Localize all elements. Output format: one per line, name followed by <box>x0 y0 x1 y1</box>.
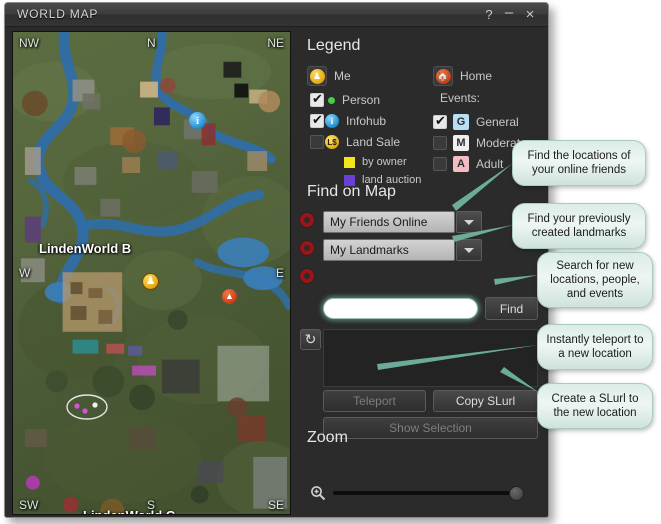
legend-home: 🏠 Home <box>433 66 492 86</box>
zoom-title: Zoom <box>307 429 348 446</box>
moderate-checkbox[interactable] <box>433 136 447 150</box>
copy-slurl-button[interactable]: Copy SLurl <box>433 390 538 412</box>
world-map-canvas[interactable]: NW N NE W E SW S SE LindenWorld B Linden… <box>12 31 291 515</box>
legend-me-label: Me <box>334 69 351 83</box>
landmarks-select[interactable]: My Landmarks <box>323 239 455 261</box>
target-ring-icon-search[interactable] <box>300 269 314 283</box>
by-owner-swatch-icon <box>344 156 355 168</box>
legend-infohub-row[interactable]: i Infohub <box>310 112 387 128</box>
infohub-checkbox[interactable] <box>310 112 324 128</box>
legend-person-row[interactable]: Person <box>310 91 381 107</box>
zoom-slider-track[interactable] <box>333 491 517 495</box>
legend-adult-label: Adult <box>476 157 504 171</box>
legend-event-adult[interactable]: A Adult <box>433 156 503 172</box>
screenshot-root: WORLD MAP ? – × NW N NE W E SW S SE Lind… <box>0 0 661 524</box>
friends-online-select[interactable]: My Friends Online <box>323 211 455 233</box>
minimize-icon[interactable]: – <box>500 5 518 24</box>
target-ring-icon-landmarks[interactable] <box>300 241 314 255</box>
callout-teleport: Instantly teleport to a new location <box>537 324 653 370</box>
legend-general-label: General <box>476 115 519 129</box>
find-button[interactable]: Find <box>485 297 538 320</box>
legend-landsale-label: Land Sale <box>346 135 401 149</box>
land-sale-icon: L$ <box>325 135 339 149</box>
title-bar[interactable]: WORLD MAP ? – × <box>5 3 548 27</box>
callout-slurl: Create a SLurl to the new location <box>537 383 653 429</box>
search-input[interactable] <box>323 298 478 319</box>
legend-me: ♟ Me <box>307 66 351 86</box>
legend-byowner-label: by owner <box>362 156 407 168</box>
callout-search: Search for new locations, people, and ev… <box>537 252 653 308</box>
adult-badge-icon: A <box>453 156 469 172</box>
callout-friends: Find the locations of your online friend… <box>512 140 646 186</box>
find-on-map-title: Find on Map <box>307 183 396 200</box>
events-title: Events: <box>440 91 481 105</box>
avatar-badge-icon: ♟ <box>307 66 327 86</box>
infohub-icon: i <box>325 114 339 128</box>
friends-online-chevron-down-icon[interactable] <box>456 211 482 233</box>
close-icon[interactable]: × <box>521 6 539 24</box>
legend-home-label: Home <box>460 69 493 83</box>
legend-title: Legend <box>307 37 361 54</box>
world-map-window: WORLD MAP ? – × NW N NE W E SW S SE Lind… <box>4 2 549 518</box>
legend-byowner-row: by owner <box>344 156 407 168</box>
teleport-button[interactable]: Teleport <box>323 390 426 412</box>
zoom-slider-thumb[interactable] <box>509 486 524 501</box>
green-dot-icon <box>328 96 335 104</box>
callout-landmarks: Find your previously created landmarks <box>512 203 646 249</box>
map-imagery <box>13 32 290 513</box>
adult-checkbox[interactable] <box>433 157 447 171</box>
general-badge-icon: G <box>453 114 469 130</box>
moderate-badge-icon: M <box>453 135 469 151</box>
search-results-list[interactable] <box>323 329 538 387</box>
magnifier-plus-icon[interactable] <box>310 485 326 501</box>
legend-landsale-row[interactable]: L$ Land Sale <box>310 135 400 149</box>
legend-person-label: Person <box>342 93 381 107</box>
window-title: WORLD MAP <box>17 7 99 21</box>
person-checkbox[interactable] <box>310 91 324 107</box>
target-ring-icon-friends[interactable] <box>300 213 314 227</box>
refresh-icon[interactable]: ↻ <box>300 329 321 350</box>
right-panel: Legend ♟ Me 🏠 Home Person i <box>297 31 543 515</box>
general-checkbox[interactable] <box>433 113 447 129</box>
show-selection-button[interactable]: Show Selection <box>323 417 538 439</box>
legend-event-general[interactable]: G General <box>433 113 519 130</box>
legend-infohub-label: Infohub <box>346 114 387 128</box>
landmarks-chevron-down-icon[interactable] <box>456 239 482 261</box>
land-sale-checkbox[interactable] <box>310 135 324 149</box>
home-badge-icon: 🏠 <box>433 66 453 86</box>
help-icon[interactable]: ? <box>480 6 498 24</box>
